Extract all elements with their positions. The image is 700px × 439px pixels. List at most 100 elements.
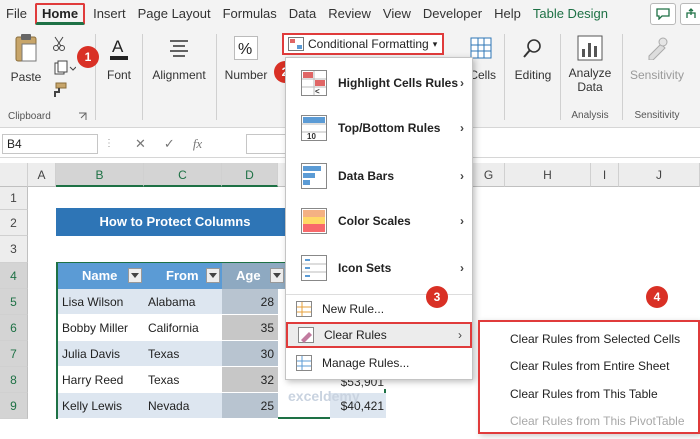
col-header-h[interactable]: H [505,163,591,187]
row-header-1[interactable]: 1 [0,187,28,210]
step-badge-1: 1 [77,46,99,68]
filter-dropdown-icon[interactable] [270,268,284,283]
alignment-button[interactable]: Alignment [148,34,210,82]
tab-formulas[interactable]: Formulas [217,0,283,28]
number-button[interactable]: % Number [220,34,272,82]
conditional-formatting-menu: < Highlight Cells Rules › 10 Top/Bottom … [285,57,473,380]
clear-rules-this-table[interactable]: Clear Rules from This Table [510,387,658,401]
menu-item-data-bars[interactable]: Data Bars › [286,161,472,191]
watermark-logo: exceldemy [288,388,360,404]
paste-button[interactable]: Paste [6,34,46,84]
tab-page-layout[interactable]: Page Layout [132,0,217,28]
cell-age[interactable]: 30 [222,341,278,367]
name-box-dropdown-icon[interactable]: ⋮ [104,138,114,149]
format-painter-button[interactable] [50,82,68,101]
tab-data[interactable]: Data [283,0,322,28]
row-header-3[interactable]: 3 [0,236,28,263]
col-header-b[interactable]: B [56,163,144,187]
step-badge-3: 3 [426,286,448,308]
cell-name[interactable]: Bobby Miller [58,315,144,341]
row-header-5[interactable]: 5 [0,289,28,315]
menu-item-label: Top/Bottom Rules [338,121,441,135]
sensitivity-label: Sensitivity [629,68,685,82]
ribbon-separator [95,34,96,120]
cell-from[interactable]: Texas [144,341,222,367]
filter-dropdown-icon[interactable] [206,268,220,283]
tab-file[interactable]: File [0,0,33,28]
row-header-8[interactable]: 8 [0,367,28,393]
copy-button[interactable] [50,60,80,79]
cell-name[interactable]: Kelly Lewis [58,393,144,419]
table-header-name[interactable]: Name [58,263,144,289]
clear-rules-entire-sheet[interactable]: Clear Rules from Entire Sheet [510,359,669,373]
chevron-down-icon: ▾ [432,38,438,49]
menu-item-manage-rules[interactable]: Manage Rules... [286,352,472,374]
cancel-icon[interactable]: ✕ [135,136,146,152]
menu-item-top-bottom-rules[interactable]: 10 Top/Bottom Rules › [286,113,472,143]
table-header-age[interactable]: Age [222,263,286,289]
row-header-9[interactable]: 9 [0,393,28,419]
cell-age[interactable]: 35 [222,315,278,341]
sheet-title[interactable]: How to Protect Columns [56,208,294,236]
format-painter-icon [54,82,67,97]
percent-icon: % [232,34,260,62]
tab-help[interactable]: Help [488,0,527,28]
row-header-7[interactable]: 7 [0,341,28,367]
function-icon[interactable]: fx [193,136,202,152]
cell-age[interactable]: 25 [222,393,278,419]
cell-age[interactable]: 28 [222,289,278,315]
name-box[interactable]: B4 [2,134,98,154]
tab-table-design[interactable]: Table Design [527,0,614,28]
tab-insert[interactable]: Insert [87,0,132,28]
menu-item-icon-sets[interactable]: Icon Sets › [286,253,472,283]
col-header-d[interactable]: D [222,163,278,187]
col-header-i[interactable]: I [591,163,619,187]
col-header-j[interactable]: J [619,163,700,187]
font-button[interactable]: A Font [102,34,136,82]
chevron-right-icon: › [460,121,464,135]
menu-item-color-scales[interactable]: Color Scales › [286,206,472,236]
select-all-corner[interactable] [0,163,28,187]
col-header-a[interactable]: A [28,163,56,187]
clear-rules-this-pivottable[interactable]: Clear Rules from This PivotTable [510,414,685,428]
row-header-6[interactable]: 6 [0,315,28,341]
menu-item-clear-rules[interactable]: Clear Rules › [286,322,472,348]
filter-dropdown-icon[interactable] [128,268,142,283]
col-header-c[interactable]: C [144,163,222,187]
analyze-data-button[interactable]: Analyze Data [562,34,618,94]
cell-from[interactable]: Texas [144,367,222,393]
table-header-from[interactable]: From [144,263,222,289]
cell-from[interactable]: California [144,315,222,341]
formula-input[interactable] [246,134,286,154]
menu-item-highlight-cells-rules[interactable]: < Highlight Cells Rules › [286,68,472,98]
tab-view[interactable]: View [377,0,417,28]
analyze-label: Analyze [568,66,612,80]
cell-name[interactable]: Lisa Wilson [58,289,144,315]
row-header-4[interactable]: 4 [0,263,28,289]
alignment-icon [165,34,193,62]
col-header-g[interactable]: G [473,163,505,187]
comment-button[interactable] [650,3,676,25]
row-header-2[interactable]: 2 [0,210,28,236]
cell-age[interactable]: 32 [222,367,278,393]
tab-developer[interactable]: Developer [417,0,488,28]
cell-from[interactable]: Nevada [144,393,222,419]
conditional-formatting-icon [288,37,304,51]
editing-button[interactable]: Editing [510,34,556,82]
menu-item-label: Highlight Cells Rules [338,76,459,90]
enter-icon[interactable]: ✓ [164,136,175,152]
ribbon-separator [622,34,623,120]
conditional-formatting-button[interactable]: Conditional Formatting ▾ [282,33,444,55]
cell-name[interactable]: Harry Reed [58,367,144,393]
dialog-launcher-icon[interactable] [78,112,87,121]
sensitivity-button[interactable]: Sensitivity [624,34,690,82]
cut-button[interactable] [50,36,68,55]
paste-label: Paste [10,70,42,84]
cell-name[interactable]: Julia Davis [58,341,144,367]
cell-from[interactable]: Alabama [144,289,222,315]
tab-review[interactable]: Review [322,0,377,28]
clear-rules-selected-cells[interactable]: Clear Rules from Selected Cells [510,332,680,346]
tab-home[interactable]: Home [34,3,86,25]
share-button[interactable] [680,3,700,25]
number-label: Number [224,68,268,82]
